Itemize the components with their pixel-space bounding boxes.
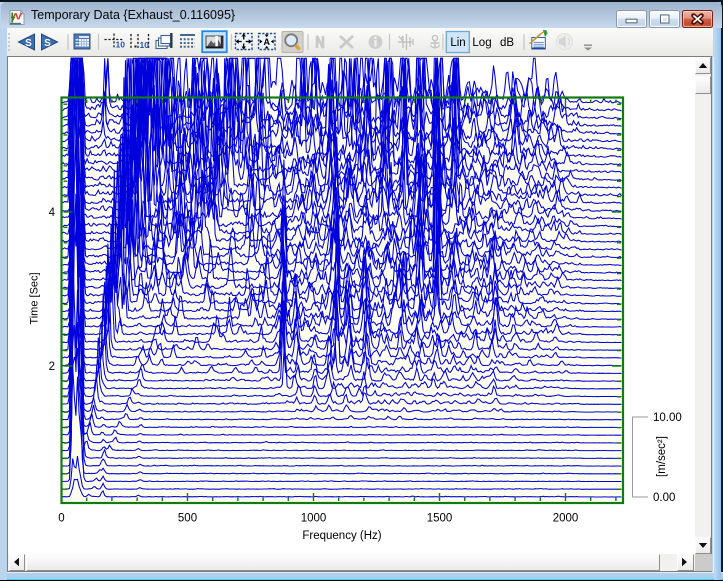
svg-text:0.00: 0.00 bbox=[653, 492, 675, 504]
svg-text:10: 10 bbox=[140, 40, 150, 50]
svg-text:2: 2 bbox=[49, 361, 55, 373]
svg-text:Time [Sec]: Time [Sec] bbox=[29, 272, 41, 324]
svg-text:10.00: 10.00 bbox=[653, 412, 682, 424]
svg-text:0: 0 bbox=[58, 513, 64, 525]
svg-text:10: 10 bbox=[116, 40, 126, 50]
svg-text:S: S bbox=[25, 38, 32, 49]
svg-text:2000: 2000 bbox=[553, 513, 579, 525]
svg-text:Frequency (Hz): Frequency (Hz) bbox=[302, 530, 381, 542]
svg-text:Log: Log bbox=[472, 37, 491, 49]
svg-text:A: A bbox=[263, 37, 270, 47]
svg-text:1000: 1000 bbox=[301, 513, 327, 525]
svg-text:500: 500 bbox=[178, 513, 197, 525]
svg-text:4: 4 bbox=[49, 207, 56, 219]
svg-text:S: S bbox=[44, 38, 51, 49]
svg-text:dB: dB bbox=[500, 37, 514, 49]
svg-text:Lin: Lin bbox=[450, 37, 465, 49]
svg-text:[m/sec²]: [m/sec²] bbox=[656, 436, 668, 477]
svg-text:1500: 1500 bbox=[427, 513, 453, 525]
